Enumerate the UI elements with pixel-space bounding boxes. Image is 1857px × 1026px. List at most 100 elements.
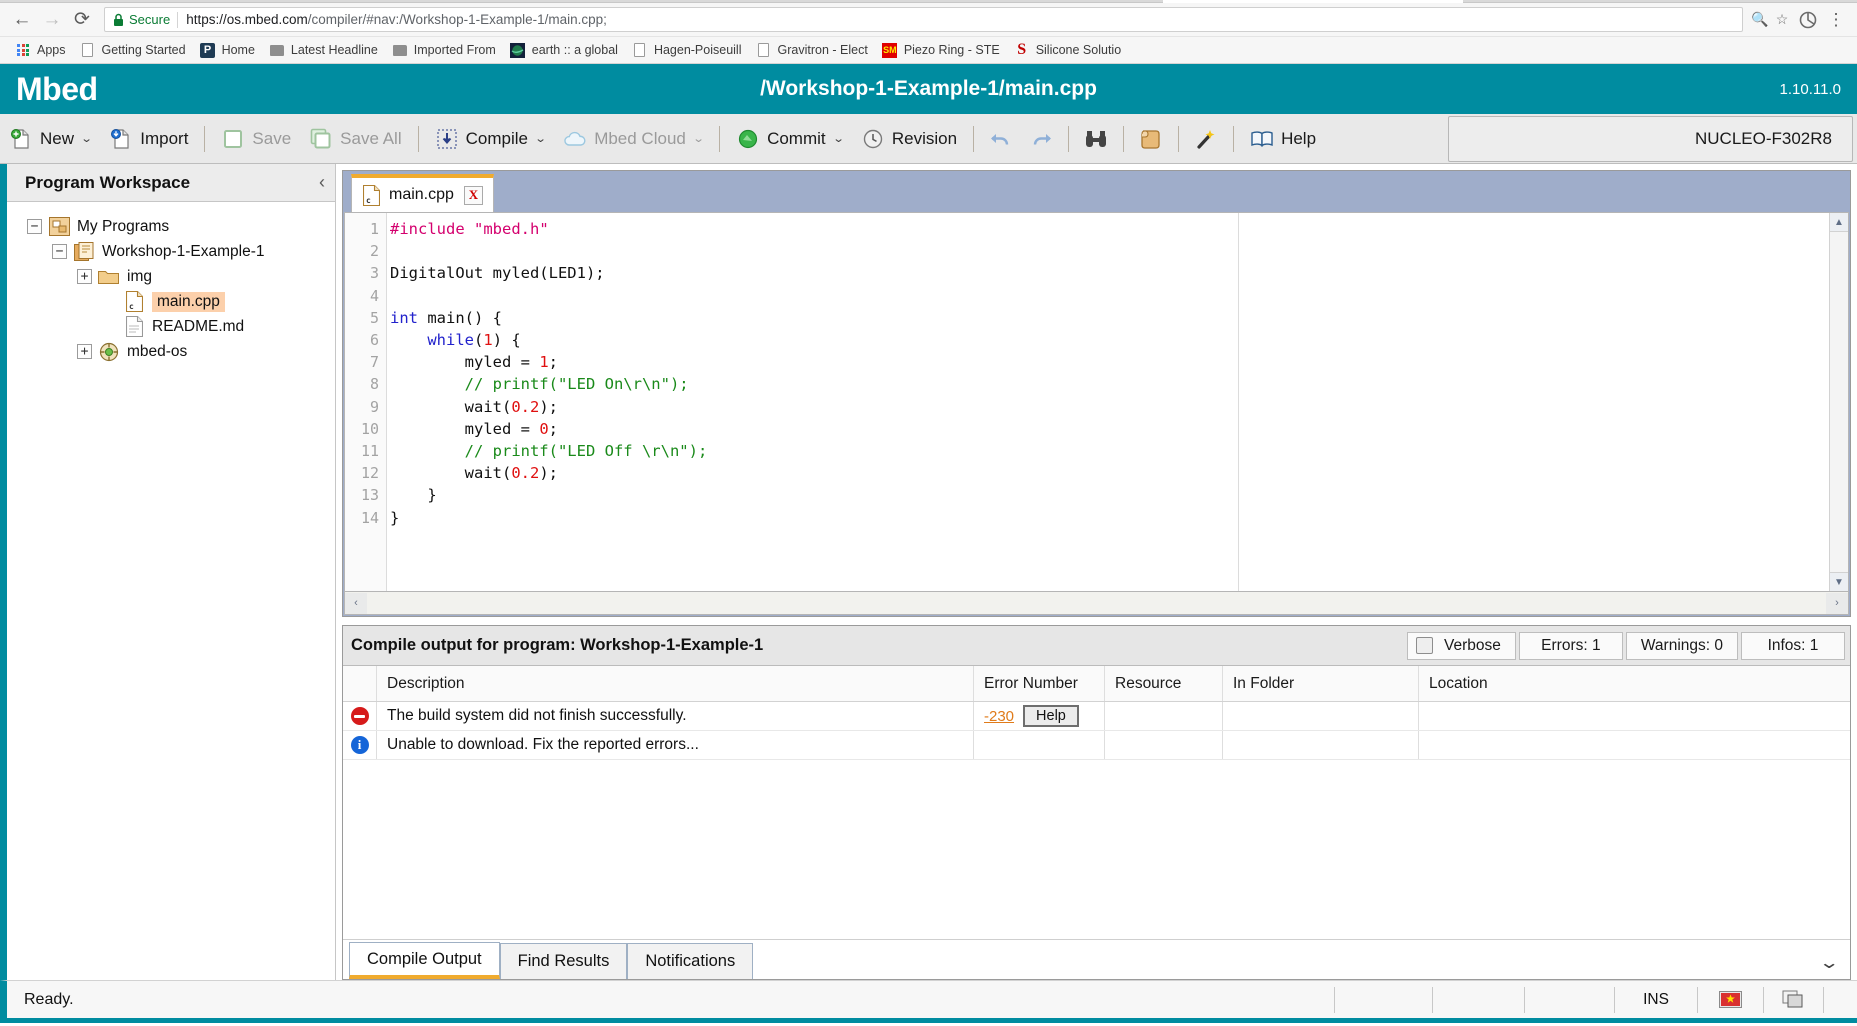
undo-button[interactable]	[981, 121, 1021, 157]
zoom-icon[interactable]: 🔍	[1749, 9, 1771, 31]
back-button[interactable]: ←	[8, 6, 36, 34]
line-number: 13	[345, 484, 379, 506]
scroll-up-button[interactable]: ▲	[1830, 213, 1848, 232]
infos-filter-button[interactable]: Infos: 1	[1741, 632, 1845, 660]
editor-vertical-scrollbar[interactable]: ▲ ▼	[1829, 213, 1848, 591]
tab-find-results[interactable]: Find Results	[500, 943, 628, 979]
browser-tab-active[interactable]	[1163, 0, 1463, 3]
chevron-down-icon[interactable]: ⌄	[832, 132, 844, 145]
scroll-right-button[interactable]: ›	[1826, 593, 1848, 614]
header-error-number[interactable]: Error Number	[974, 666, 1105, 701]
redo-button[interactable]	[1021, 121, 1061, 157]
scroll-left-button[interactable]: ‹	[345, 593, 367, 614]
bookmark-piezo-ring[interactable]: SM Piezo Ring - STE	[875, 39, 1007, 61]
chevron-down-icon[interactable]: ⌄	[1818, 953, 1839, 973]
revision-button[interactable]: Revision	[852, 119, 966, 159]
bookmark-earth[interactable]: earth :: a global	[503, 39, 625, 61]
address-bar[interactable]: Secure https://os.mbed.com/compiler/#nav…	[104, 7, 1743, 32]
find-button[interactable]	[1076, 121, 1116, 157]
extension-icon[interactable]	[1795, 7, 1821, 33]
redo-icon	[1028, 128, 1054, 150]
status-copy-indicator[interactable]	[1763, 987, 1823, 1013]
compile-button[interactable]: Compile ⌄	[426, 119, 555, 159]
target-selector[interactable]: NUCLEO-F302R8	[1448, 116, 1853, 162]
bookmark-label: Home	[222, 43, 255, 57]
error-number-link[interactable]: -230	[984, 708, 1014, 725]
main-content: c main.cpp X 1234567891011121314 #includ…	[336, 164, 1857, 980]
verbose-toggle[interactable]: Verbose	[1407, 632, 1516, 660]
code-area[interactable]: #include "mbed.h" DigitalOut myled(LED1)…	[387, 213, 1829, 591]
table-header: Description Error Number Resource In Fol…	[343, 666, 1850, 702]
bookmark-star-icon[interactable]: ☆	[1771, 9, 1793, 31]
warnings-filter-button[interactable]: Warnings: 0	[1626, 632, 1738, 660]
forward-button[interactable]: →	[38, 6, 66, 34]
scroll-down-button[interactable]: ▼	[1830, 572, 1848, 591]
tab-compile-output[interactable]: Compile Output	[349, 942, 500, 979]
chevron-down-icon[interactable]: ⌄	[534, 132, 546, 145]
tree-item-mbed-os[interactable]: + mbed-os	[7, 339, 335, 364]
bookmark-home[interactable]: P Home	[193, 39, 262, 61]
save-button[interactable]: Save	[212, 119, 300, 159]
tree-toggle-icon[interactable]: +	[77, 344, 92, 359]
header-resource[interactable]: Resource	[1105, 666, 1223, 701]
bookmark-hagen-poiseuille[interactable]: Hagen-Poiseuill	[625, 39, 749, 61]
magic-wand-button[interactable]	[1186, 121, 1226, 157]
library-icon	[98, 342, 120, 362]
toolbar-separator	[1068, 126, 1069, 152]
chrome-menu-icon[interactable]: ⋮	[1823, 7, 1849, 33]
tree-item-readme-md[interactable]: README.md	[7, 314, 335, 339]
bookmark-imported-from[interactable]: Imported From	[385, 39, 503, 61]
bookmark-latest-headlines[interactable]: Latest Headline	[262, 39, 385, 61]
bookmark-gravitron[interactable]: Gravitron - Elect	[749, 39, 875, 61]
bookmark-apps[interactable]: Apps	[8, 39, 73, 61]
table-row[interactable]: The build system did not finish successf…	[343, 702, 1850, 731]
line-number: 14	[345, 507, 379, 529]
header-location[interactable]: Location	[1419, 666, 1850, 701]
tree-item-img[interactable]: + img	[7, 264, 335, 289]
errors-filter-button[interactable]: Errors: 1	[1519, 632, 1623, 660]
cfile-icon: c	[363, 185, 380, 206]
status-keyboard-layout[interactable]	[1697, 987, 1763, 1013]
tab-notifications[interactable]: Notifications	[627, 943, 753, 979]
bookmark-getting-started[interactable]: Getting Started	[73, 39, 193, 61]
chevron-down-icon[interactable]: ⌄	[692, 132, 704, 145]
chevron-down-icon[interactable]: ⌄	[80, 132, 92, 145]
url-text: https://os.mbed.com/compiler/#nav:/Works…	[186, 12, 607, 27]
editor-tab-main-cpp[interactable]: c main.cpp X	[351, 174, 494, 212]
row-resource	[1105, 731, 1223, 759]
reload-button[interactable]: ⟳	[68, 6, 96, 34]
help-button[interactable]: Help	[1241, 119, 1325, 159]
editor-tab-label: main.cpp	[389, 186, 454, 204]
bookmark-label: Silicone Solutio	[1036, 43, 1121, 57]
import-button[interactable]: Import	[100, 119, 197, 159]
save-all-button[interactable]: Save All	[300, 119, 410, 159]
tree-toggle-icon[interactable]: +	[77, 269, 92, 284]
commit-button[interactable]: Commit ⌄	[727, 119, 852, 159]
format-button[interactable]	[1131, 121, 1171, 157]
header-description[interactable]: Description	[377, 666, 974, 701]
close-icon[interactable]: X	[464, 186, 483, 205]
mbed-cloud-button[interactable]: Mbed Cloud ⌄	[554, 119, 712, 159]
new-button[interactable]: New ⌄	[0, 119, 100, 159]
toolbar-separator	[204, 126, 205, 152]
tree-item-label: main.cpp	[152, 292, 225, 312]
table-body: The build system did not finish successf…	[343, 702, 1850, 760]
revision-button-label: Revision	[892, 129, 957, 149]
tree-item-workshop-1-example-1[interactable]: − Workshop-1-Example-1	[7, 239, 335, 264]
collapse-sidebar-icon[interactable]: ‹	[319, 172, 325, 193]
folder-icon	[269, 42, 285, 58]
tree-item-main-cpp[interactable]: c main.cpp	[7, 289, 335, 314]
row-description: Unable to download. Fix the reported err…	[377, 731, 974, 759]
status-segment	[1524, 987, 1614, 1013]
editor-horizontal-scrollbar[interactable]: ‹ ›	[344, 592, 1849, 615]
table-row[interactable]: i Unable to download. Fix the reported e…	[343, 731, 1850, 760]
tree-toggle-icon[interactable]: −	[27, 219, 42, 234]
error-help-button[interactable]: Help	[1023, 705, 1079, 727]
header-in-folder[interactable]: In Folder	[1223, 666, 1419, 701]
verbose-checkbox[interactable]	[1416, 637, 1433, 654]
apps-grid-icon	[15, 42, 31, 58]
tree-item-my-programs[interactable]: − My Programs	[7, 214, 335, 239]
tree-toggle-icon[interactable]: −	[52, 244, 67, 259]
bookmark-silicone-solutions[interactable]: S Silicone Solutio	[1007, 39, 1128, 61]
save-all-button-label: Save All	[340, 129, 401, 149]
